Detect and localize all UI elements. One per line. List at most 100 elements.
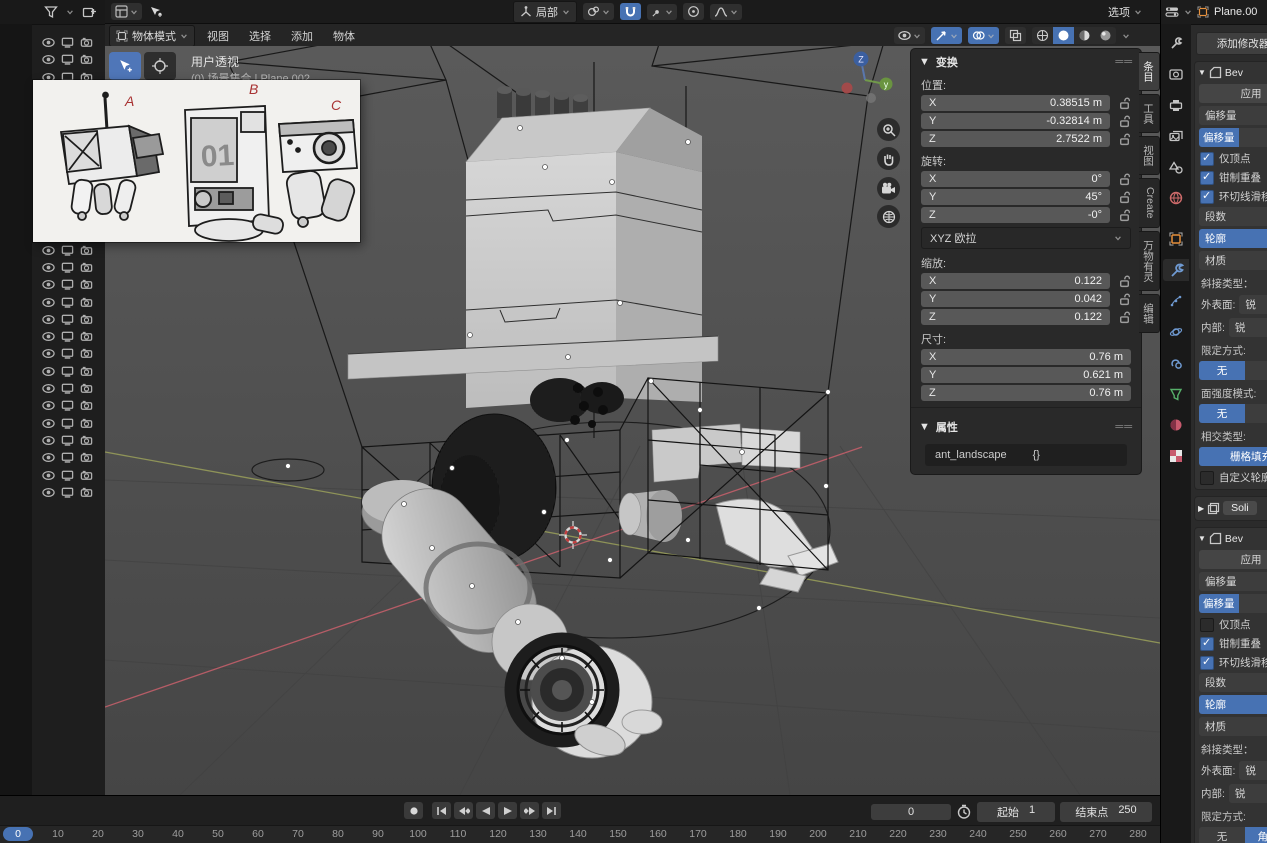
frame-ruler[interactable]: 0102030405060708090100110120130140150160… (0, 825, 1160, 843)
viewport-monitor-icon[interactable] (61, 451, 74, 464)
snap-settings-button[interactable] (647, 4, 677, 20)
sidebar-tab[interactable]: 编辑 (1139, 294, 1160, 333)
clamp-overlap-checkbox[interactable]: 钳制重叠 (1200, 170, 1267, 185)
lock-open-icon[interactable] (1118, 191, 1131, 204)
ruler-tick[interactable]: 80 (323, 828, 353, 840)
tab-view-layer[interactable] (1163, 125, 1189, 147)
visibility-eye-icon[interactable] (42, 313, 55, 326)
profile-slider[interactable]: 轮廓 (1199, 229, 1267, 248)
custom-property-row[interactable]: ant_landscape {} (925, 444, 1127, 466)
viewport-monitor-icon[interactable] (61, 261, 74, 274)
new-collection-icon[interactable] (82, 5, 97, 19)
ruler-tick[interactable]: 30 (123, 828, 153, 840)
segments-slider[interactable]: 段数 (1199, 673, 1267, 692)
overlays-toggle[interactable] (968, 27, 999, 44)
play-reverse-button[interactable] (476, 802, 495, 819)
visibility-eye-icon[interactable] (42, 469, 55, 482)
transform-orientation-dropdown[interactable]: 局部 (513, 1, 577, 23)
location-value-slider[interactable]: X0.38515 m (921, 95, 1110, 111)
loop-slide-checkbox[interactable]: 环切线滑移 (1200, 655, 1267, 670)
outliner-row[interactable] (0, 311, 105, 328)
snap-toggle-button[interactable] (620, 3, 641, 20)
viewport-monitor-icon[interactable] (61, 36, 74, 49)
viewport-monitor-icon[interactable] (61, 365, 74, 378)
clamp-overlap-checkbox[interactable]: 钳制重叠 (1200, 636, 1267, 651)
material-shading-button[interactable] (1074, 27, 1095, 44)
ruler-tick[interactable]: 100 (403, 828, 433, 840)
lock-open-icon[interactable] (1118, 173, 1131, 186)
tab-material[interactable] (1163, 414, 1189, 436)
lock-open-icon[interactable] (1118, 97, 1131, 110)
ruler-tick[interactable]: 20 (83, 828, 113, 840)
tab-world[interactable] (1163, 187, 1189, 209)
dimension-value-slider[interactable]: X0.76 m (921, 349, 1131, 365)
render-camera-icon[interactable] (80, 486, 93, 499)
lock-open-icon[interactable] (1118, 133, 1131, 146)
width-type-segmented[interactable]: 偏移量 (1199, 128, 1267, 147)
menu-view[interactable]: 视图 (199, 26, 237, 46)
properties-editor-icon[interactable] (1165, 6, 1179, 18)
outliner-row[interactable] (0, 397, 105, 414)
miter-inner-dropdown[interactable]: 锐 (1229, 318, 1267, 337)
ruler-tick[interactable]: 200 (803, 828, 833, 840)
tab-object[interactable] (1163, 228, 1189, 250)
viewport-monitor-icon[interactable] (61, 382, 74, 395)
width-amount-slider[interactable]: 偏移量 (1199, 106, 1267, 125)
intersection-type-button[interactable]: 栅格填充 (1199, 447, 1267, 466)
ruler-tick[interactable]: 140 (563, 828, 593, 840)
render-camera-icon[interactable] (80, 296, 93, 309)
tab-modifiers[interactable] (1163, 259, 1189, 281)
visibility-eye-icon[interactable] (42, 365, 55, 378)
lock-open-icon[interactable] (1118, 311, 1131, 324)
ruler-tick[interactable]: 150 (603, 828, 633, 840)
viewport-monitor-icon[interactable] (61, 278, 74, 291)
record-button[interactable] (404, 802, 423, 819)
rotation-value-slider[interactable]: Y45° (921, 189, 1110, 205)
rendered-shading-button[interactable] (1095, 27, 1116, 44)
miter-outer-dropdown[interactable]: 锐 (1239, 761, 1267, 780)
viewport-monitor-icon[interactable] (61, 347, 74, 360)
outliner-row[interactable] (0, 432, 105, 449)
tab-texture[interactable] (1163, 445, 1189, 467)
falloff-curve-button[interactable] (710, 4, 742, 20)
outliner-row[interactable] (0, 449, 105, 466)
ruler-tick[interactable]: 60 (243, 828, 273, 840)
apply-button[interactable]: 应用 (1199, 550, 1267, 569)
render-camera-icon[interactable] (80, 330, 93, 343)
render-camera-icon[interactable] (80, 451, 93, 464)
wireframe-shading-button[interactable] (1032, 27, 1053, 44)
camera-view-button[interactable] (877, 177, 900, 200)
rotation-value-slider[interactable]: Z-0° (921, 207, 1110, 223)
visibility-eye-icon[interactable] (42, 347, 55, 360)
visibility-eye-icon[interactable] (42, 382, 55, 395)
outliner-row[interactable] (0, 484, 105, 501)
start-frame-field[interactable]: 起始 1 (977, 802, 1055, 822)
rotation-mode-dropdown[interactable]: XYZ 欧拉 (921, 227, 1131, 249)
viewport-monitor-icon[interactable] (61, 296, 74, 309)
orthographic-toggle-button[interactable] (877, 205, 900, 228)
location-value-slider[interactable]: Z2.7522 m (921, 131, 1110, 147)
ruler-tick[interactable]: 90 (363, 828, 393, 840)
options-dropdown[interactable]: 选项 (1102, 2, 1148, 22)
ruler-tick[interactable]: 250 (1003, 828, 1033, 840)
tab-output[interactable] (1163, 94, 1189, 116)
lock-open-icon[interactable] (1118, 293, 1131, 306)
width-type-selected[interactable]: 偏移量 (1199, 594, 1239, 613)
render-camera-icon[interactable] (80, 382, 93, 395)
ruler-tick[interactable]: 260 (1043, 828, 1073, 840)
viewport-monitor-icon[interactable] (61, 434, 74, 447)
render-camera-icon[interactable] (80, 36, 93, 49)
material-index-slider[interactable]: 材质 (1199, 251, 1267, 270)
limit-method-segmented[interactable]: 无 角度 (1199, 827, 1267, 843)
ruler-tick[interactable]: 50 (203, 828, 233, 840)
clock-icon[interactable] (956, 804, 972, 820)
viewport-monitor-icon[interactable] (61, 244, 74, 257)
menu-select[interactable]: 选择 (241, 26, 279, 46)
ruler-tick[interactable]: 120 (483, 828, 513, 840)
jump-to-start-button[interactable] (432, 802, 451, 819)
tab-tool[interactable] (1163, 32, 1189, 54)
sidebar-tab[interactable]: 条目 (1139, 52, 1160, 91)
outliner-row[interactable] (0, 276, 105, 293)
dimension-value-slider[interactable]: Z0.76 m (921, 385, 1131, 401)
play-button[interactable] (498, 802, 517, 819)
